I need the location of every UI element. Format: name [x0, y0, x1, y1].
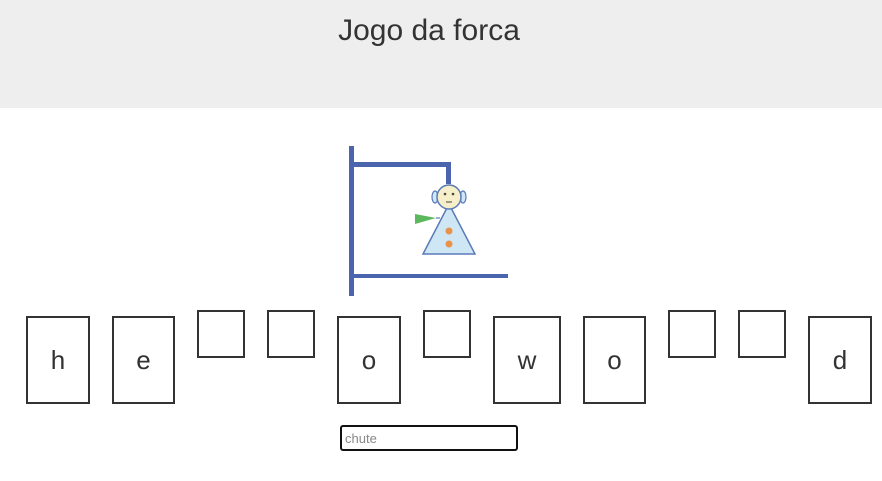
- letter-slot-3: [197, 310, 245, 358]
- letter-slot-5: o: [337, 316, 401, 404]
- gallows-beam: [349, 162, 451, 167]
- page-header: Jogo da forca: [0, 0, 882, 108]
- guess-input[interactable]: [340, 425, 518, 451]
- letter-slot-7: w: [493, 316, 561, 404]
- letter-slot-8: o: [583, 316, 646, 404]
- letter-slot-1: h: [26, 316, 90, 404]
- figure-button-top: [445, 227, 453, 235]
- gallows-base: [354, 274, 508, 278]
- letter-slot-2: e: [112, 316, 175, 404]
- figure-button-bottom: [445, 240, 453, 248]
- hangman-image: [340, 138, 512, 300]
- letter-slot-4: [267, 310, 315, 358]
- letter-slot-9: [668, 310, 716, 358]
- figure-eye-left: [443, 192, 447, 196]
- letter-slot-6: [423, 310, 471, 358]
- figure-eye-right: [451, 192, 455, 196]
- letter-slot-10: [738, 310, 786, 358]
- gallows-pole: [349, 146, 354, 296]
- letter-slot-11: d: [808, 316, 872, 404]
- gallows-rope: [446, 162, 451, 184]
- page-title: Jogo da forca: [338, 14, 520, 47]
- figure-head: [436, 184, 462, 210]
